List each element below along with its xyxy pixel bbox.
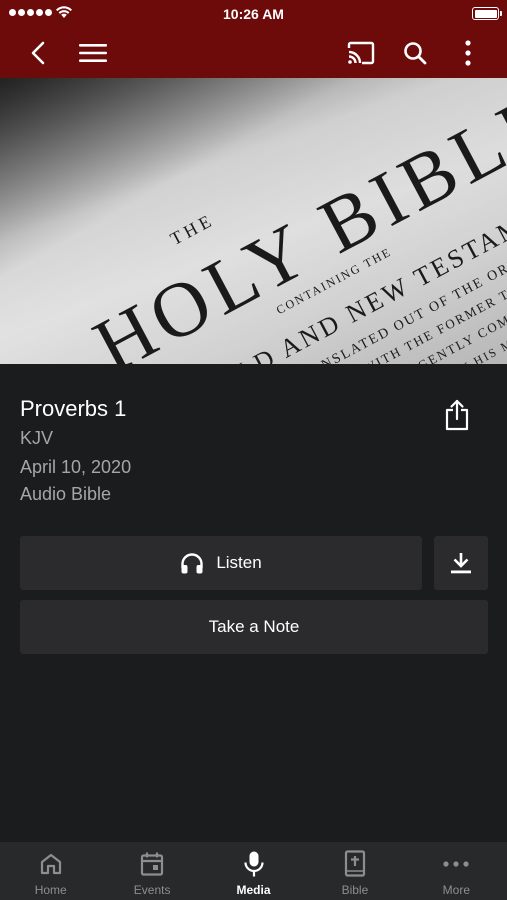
tab-bible[interactable]: Bible [304, 842, 405, 900]
media-date: April 10, 2020 [20, 457, 132, 477]
cast-button[interactable] [339, 28, 383, 78]
bible-icon [344, 850, 366, 877]
headphones-icon [181, 553, 204, 574]
tab-home-label: Home [34, 883, 67, 897]
battery-icon [472, 7, 502, 20]
tab-more[interactable]: More [406, 842, 507, 900]
tab-events-label: Events [133, 883, 171, 897]
hero-image: THE HOLY BIBLE CONTAINING THE OLD AND NE… [0, 78, 507, 364]
media-title: Proverbs 1 [20, 396, 127, 421]
search-icon [404, 42, 427, 65]
share-button[interactable] [436, 394, 478, 436]
tab-media[interactable]: Media [203, 842, 304, 900]
hamburger-icon [79, 44, 107, 62]
bible-title-page-graphic: THE HOLY BIBLE CONTAINING THE OLD AND NE… [0, 78, 507, 364]
back-button[interactable] [16, 28, 60, 78]
menu-button[interactable] [71, 28, 115, 78]
status-time: 10:26 AM [223, 6, 284, 22]
tab-events[interactable]: Events [101, 842, 202, 900]
nav-bar [0, 28, 507, 78]
horizontal-ellipsis-icon [443, 861, 469, 867]
take-note-button[interactable]: Take a Note [20, 600, 488, 654]
microphone-icon [243, 851, 264, 877]
tab-bible-label: Bible [341, 883, 369, 897]
media-details: Proverbs 1 KJV April 10, 2020 Audio Bibl… [0, 364, 507, 842]
take-note-label: Take a Note [208, 617, 300, 636]
search-button[interactable] [393, 28, 437, 78]
chevron-left-icon [31, 41, 45, 65]
cast-icon [347, 41, 375, 65]
tab-home[interactable]: Home [0, 842, 101, 900]
tab-media-label: Media [236, 883, 271, 897]
share-icon [445, 399, 469, 431]
calendar-icon [141, 852, 164, 876]
download-icon [451, 553, 471, 574]
listen-label: Listen [216, 553, 262, 572]
tab-bar: Home Events Media Bible More [0, 842, 507, 900]
download-button[interactable] [434, 536, 488, 590]
tab-more-label: More [442, 883, 470, 897]
home-icon [40, 853, 61, 875]
media-version: KJV [20, 428, 54, 448]
status-bar: 10:26 AM [0, 0, 507, 28]
more-options-button[interactable] [446, 28, 490, 78]
vertical-ellipsis-icon [465, 40, 471, 66]
media-category: Audio Bible [20, 484, 112, 504]
listen-button[interactable]: Listen [20, 536, 422, 590]
